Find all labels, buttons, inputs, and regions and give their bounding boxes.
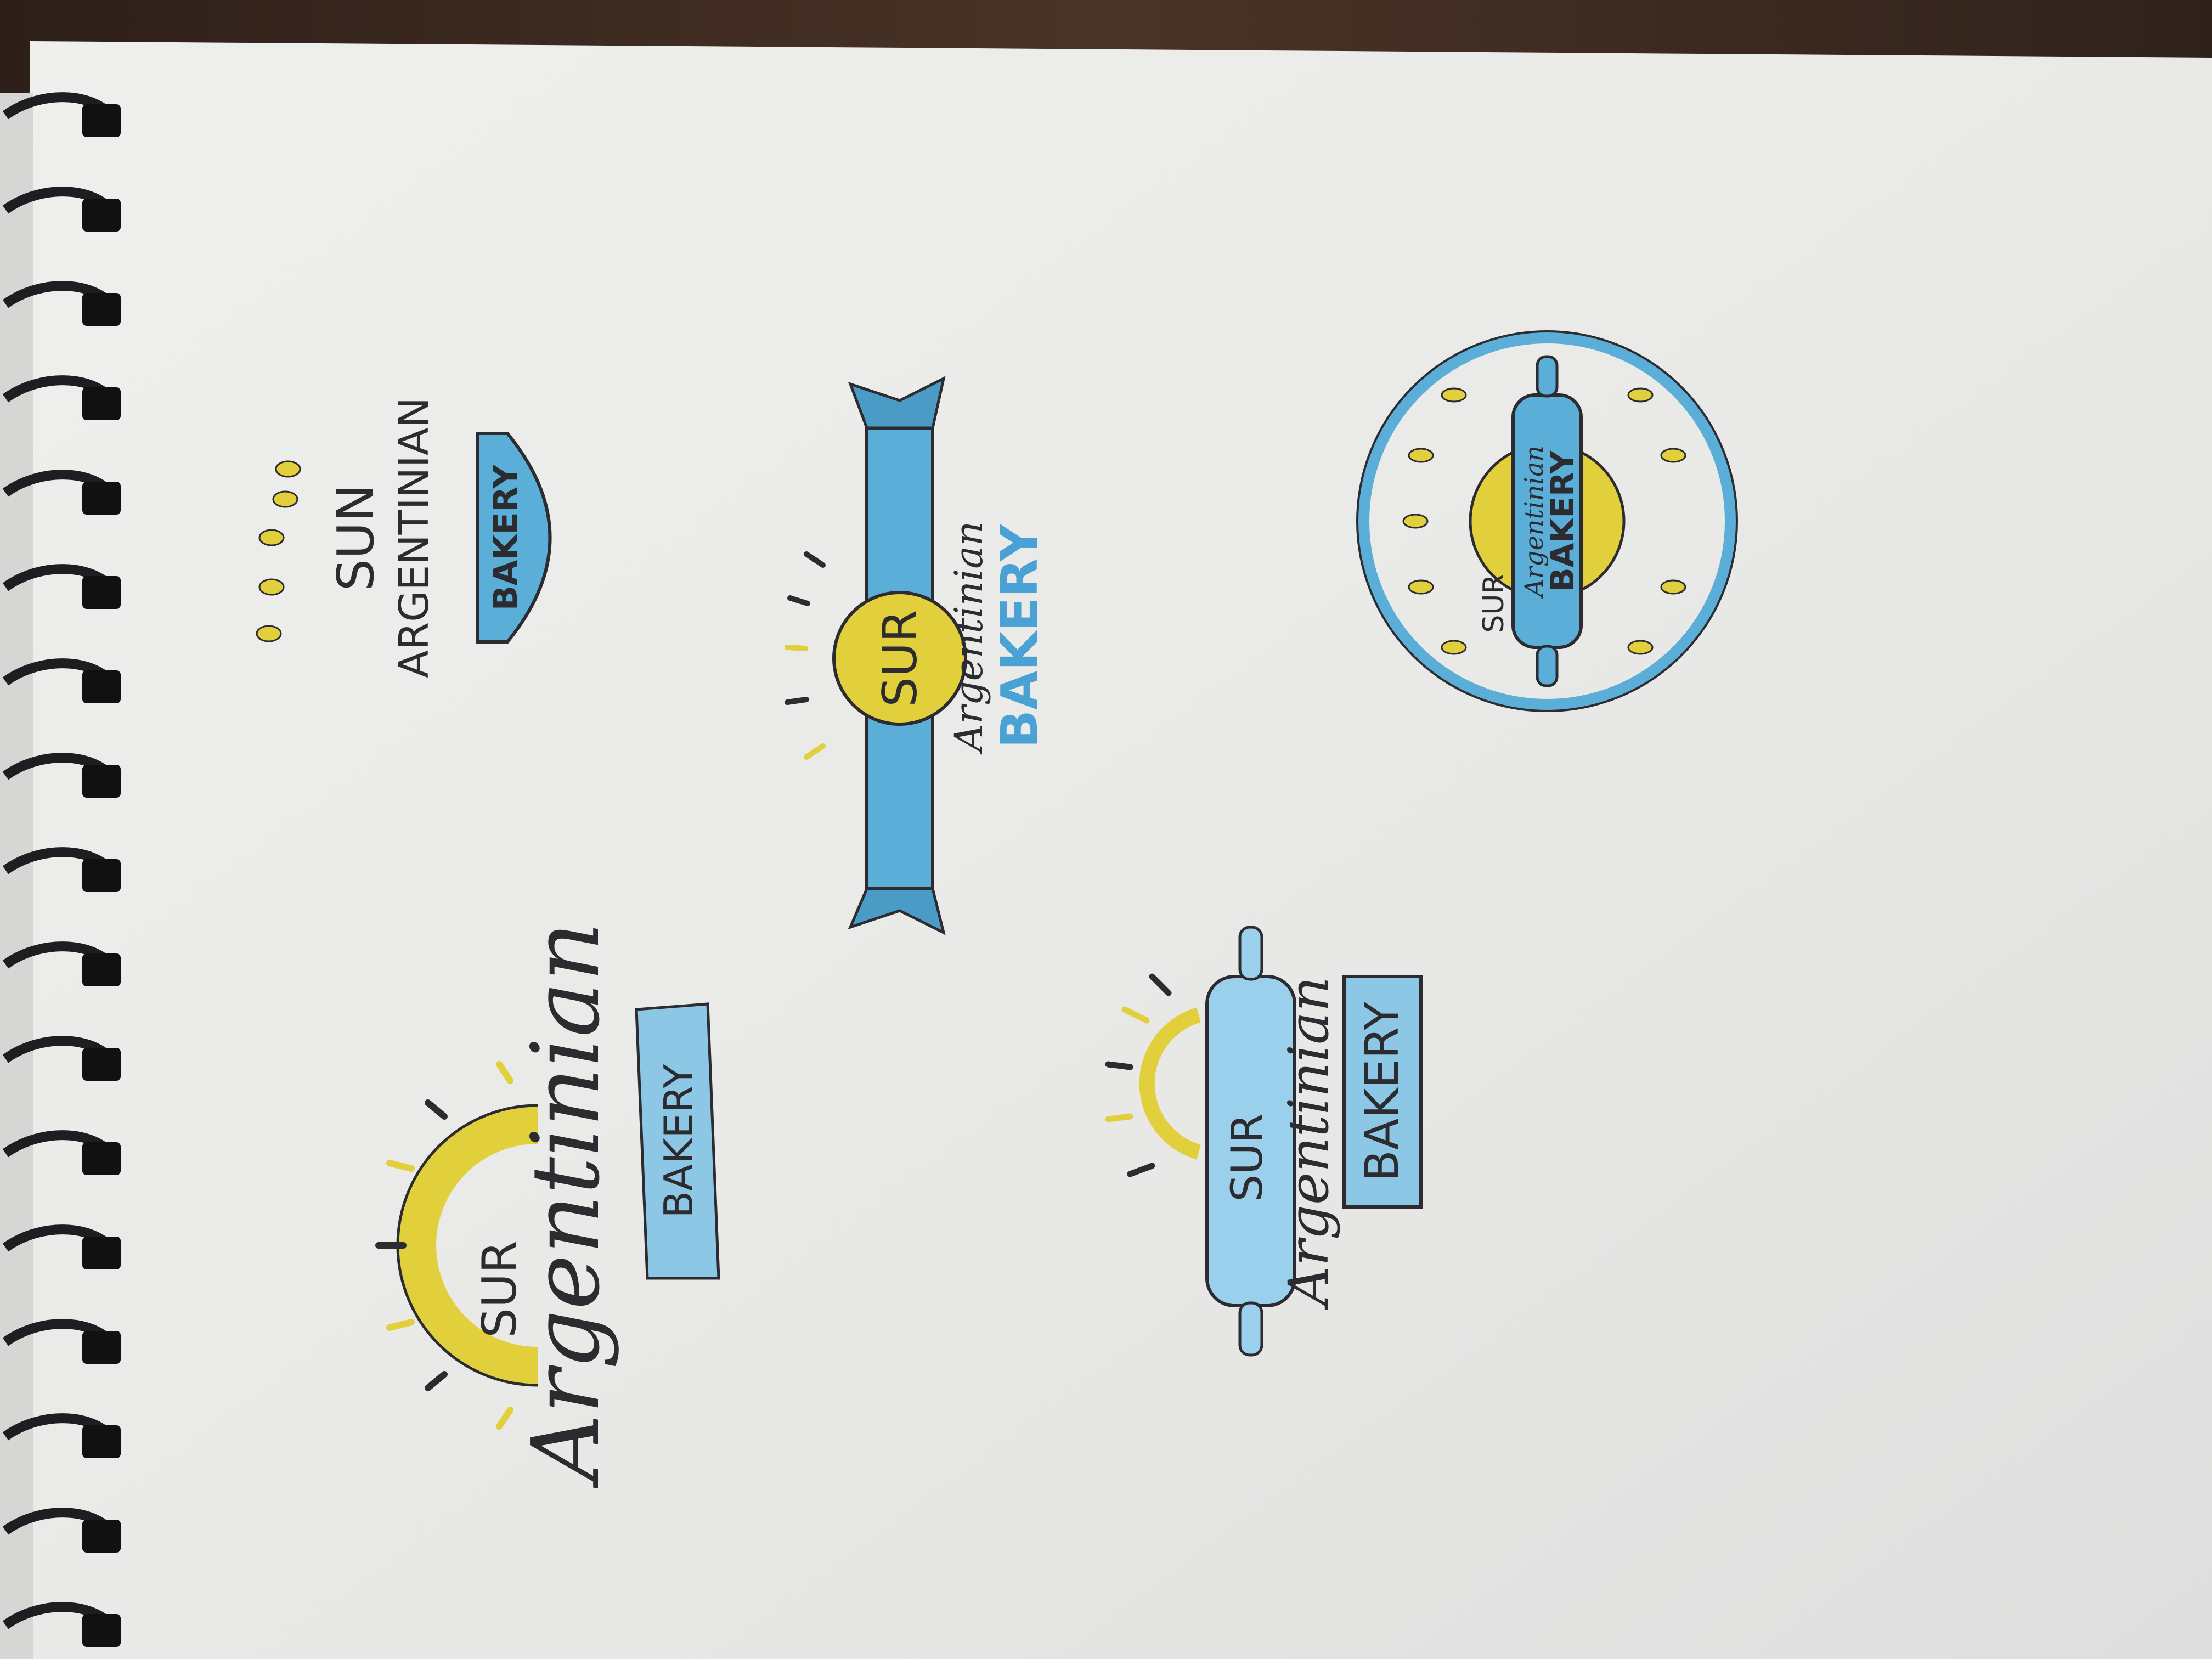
binding-hole <box>82 953 121 986</box>
sketch-4-subtitle: Argentinian <box>512 922 620 1488</box>
binding-hole <box>82 293 121 326</box>
sketch-3-badge: SUR <box>1477 574 1510 633</box>
binding-hole <box>82 1614 121 1647</box>
sketchbook-photo: SUN ARGENTINIAN BAKERY SUR Argentinian B… <box>0 0 2212 1659</box>
sketch-1-banner-label: BAKERY <box>487 464 525 611</box>
binding-hole <box>82 1520 121 1553</box>
sketch-5-subtitle: Argentinian <box>1277 977 1341 1310</box>
binding-hole <box>82 387 121 420</box>
binding-hole <box>82 104 121 137</box>
binding-hole <box>82 1142 121 1175</box>
sketch-1-name: SUN <box>326 484 385 591</box>
sketch-5-banner-label: BAKERY <box>1355 1002 1409 1182</box>
binding-hole <box>82 199 121 232</box>
binding-hole <box>82 1237 121 1269</box>
sketch-5-badge: SUR <box>1223 1114 1272 1202</box>
sketch-2-badge: SUR <box>873 610 928 707</box>
binding-hole <box>82 1331 121 1364</box>
sketch-2-banner-label: BAKERY <box>990 524 1049 748</box>
sketch-4-banner-label: BAKERY <box>656 1064 702 1218</box>
binding-hole <box>82 670 121 703</box>
sketch-1-subtitle: ARGENTINIAN <box>391 397 438 678</box>
binding-hole <box>82 1425 121 1458</box>
sketch-2-subtitle: Argentinian <box>946 521 991 755</box>
paper-page <box>11 41 2212 1659</box>
binding-hole <box>82 482 121 515</box>
sketch-3-banner-label: BAKERY <box>1544 450 1581 591</box>
binding-hole <box>82 1048 121 1081</box>
binding-hole <box>82 765 121 798</box>
binding-hole <box>82 859 121 892</box>
binding-hole <box>82 576 121 609</box>
